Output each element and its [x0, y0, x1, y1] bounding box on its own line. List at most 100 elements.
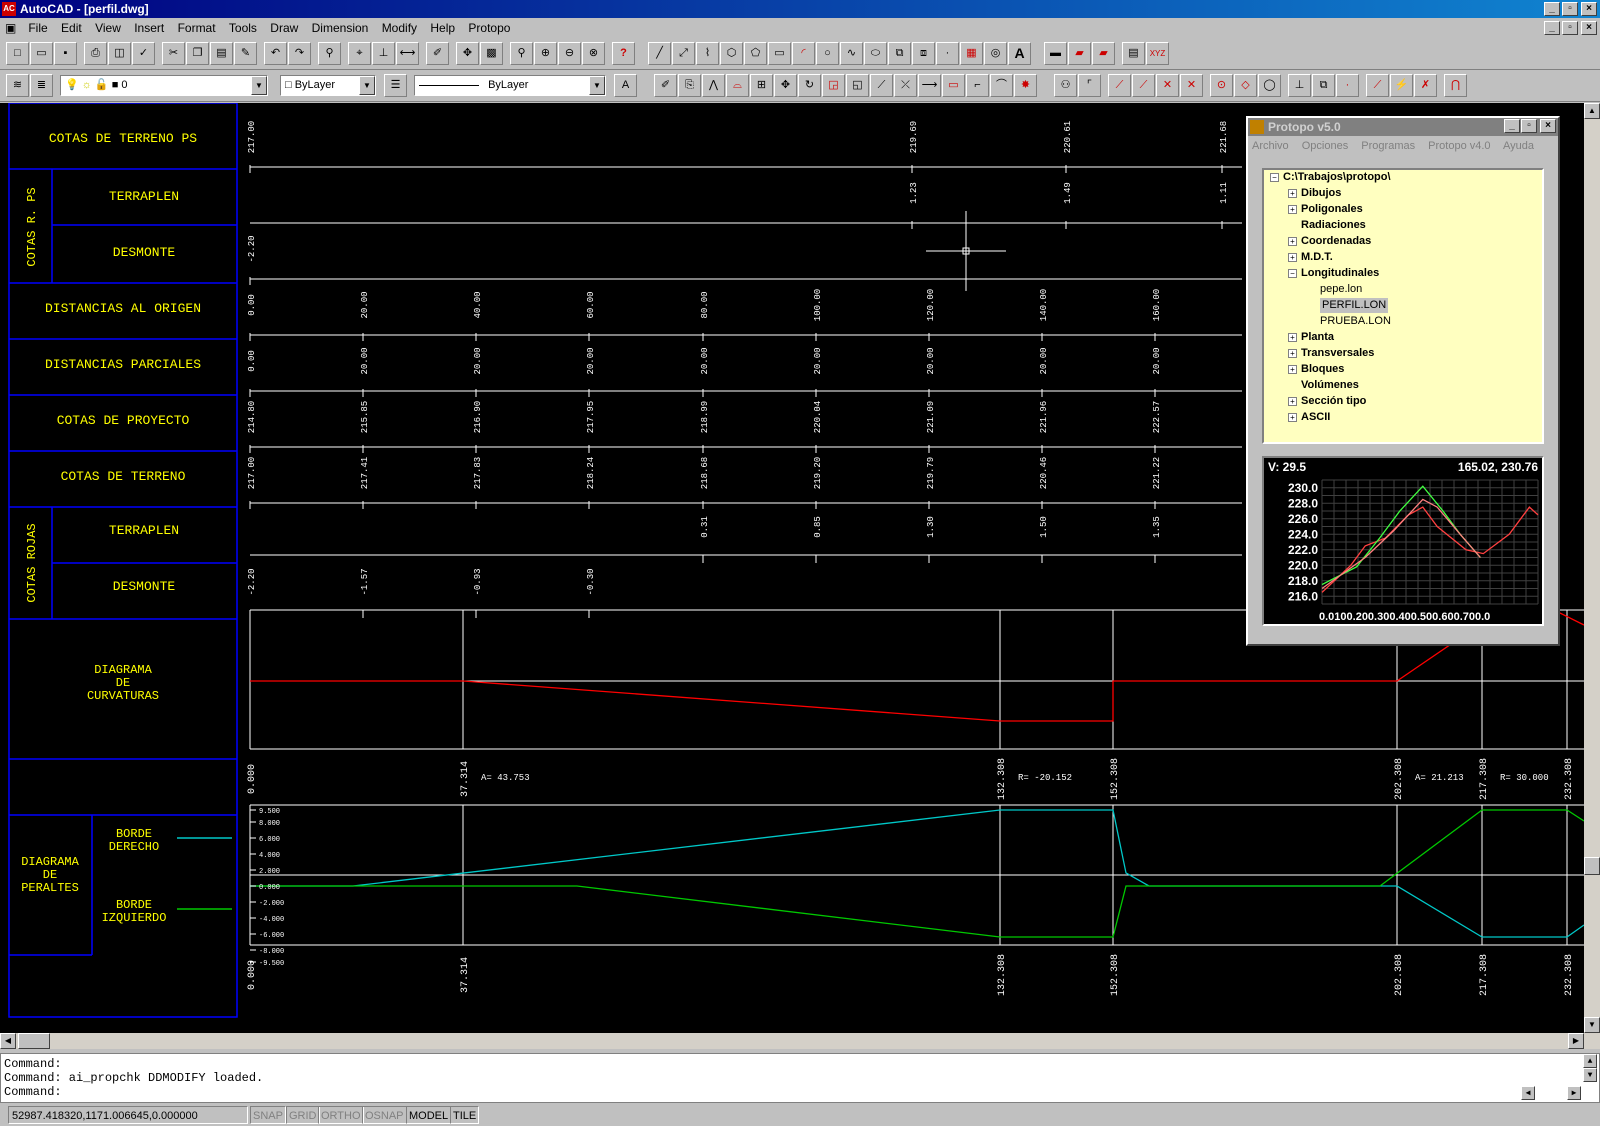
expand-icon[interactable]: + [1288, 364, 1297, 374]
scroll-down-icon[interactable]: ▼ [1584, 1017, 1600, 1033]
rectangle-icon[interactable]: ▭ [768, 42, 791, 65]
osnap-node-icon[interactable]: · [1336, 74, 1359, 97]
linetype-icon[interactable]: ☰ [384, 74, 407, 97]
scale-icon[interactable]: ◲ [822, 74, 845, 97]
cut-icon[interactable]: ✂ [162, 42, 185, 65]
scroll-right-icon[interactable]: ▶ [1568, 1033, 1584, 1049]
status-model[interactable]: MODEL [406, 1106, 452, 1124]
protopo-tool3-icon[interactable]: ▰ [1092, 42, 1115, 65]
move-icon[interactable]: ✥ [774, 74, 797, 97]
vertical-scrollbar[interactable]: ▲ ▼ [1584, 103, 1600, 1033]
trim-icon[interactable]: ⤫ [894, 74, 917, 97]
tree-item-ascii[interactable]: + ASCII [1288, 410, 1330, 425]
region-icon[interactable]: ◎ [984, 42, 1007, 65]
tree-item-dibujos[interactable]: + Dibujos [1288, 186, 1341, 201]
pline-icon[interactable]: ⌇ [696, 42, 719, 65]
copy-object-icon[interactable]: ⎘ [678, 74, 701, 97]
tree-item-coordenadas[interactable]: + Coordenadas [1288, 234, 1371, 249]
expand-icon[interactable]: + [1288, 396, 1297, 406]
osnap-perpendicular-icon[interactable]: ⊥ [1288, 74, 1311, 97]
chamfer-icon[interactable]: ⌐ [966, 74, 989, 97]
zoom-previous-icon[interactable]: ⊖ [558, 42, 581, 65]
expand-icon[interactable]: + [1288, 348, 1297, 358]
text-style-icon[interactable]: A [614, 74, 637, 97]
osnap-center-icon[interactable]: ⊙ [1210, 74, 1233, 97]
menu-modify[interactable]: Modify [377, 18, 422, 38]
protopo-menu-programas[interactable]: Programas [1361, 140, 1415, 152]
color-dropdown[interactable]: □ ByLayer ▼ [280, 75, 376, 96]
fillet-icon[interactable]: ⌒ [990, 74, 1013, 97]
osnap-nearest-icon[interactable]: ⟋ [1366, 74, 1389, 97]
osnap-tracking-icon[interactable]: ⚇ [1054, 74, 1077, 97]
scroll-left-icon[interactable]: ◀ [0, 1033, 16, 1049]
osnap-midpoint-icon[interactable]: ⟋ [1132, 74, 1155, 97]
expand-icon[interactable]: + [1288, 188, 1297, 198]
zoom-extents-icon[interactable]: ⊗ [582, 42, 605, 65]
doc-close-button[interactable]: × [1581, 21, 1597, 35]
mtext-icon[interactable]: A [1008, 42, 1031, 65]
save-icon[interactable]: ▪ [54, 42, 77, 65]
osnap-insert-icon[interactable]: ⧉ [1312, 74, 1335, 97]
offset-icon[interactable]: ⌓ [726, 74, 749, 97]
print-icon[interactable]: ⎙ [84, 42, 107, 65]
linetype-dropdown[interactable]: ByLayer ▼ [414, 75, 606, 96]
tree-item-volumenes[interactable]: Volúmenes [1301, 378, 1359, 393]
scroll-up-icon[interactable]: ▲ [1584, 103, 1600, 119]
doc-restore-button[interactable]: ▫ [1562, 21, 1578, 35]
tree-item-perfil-lon[interactable]: PERFIL.LON [1320, 298, 1389, 313]
cmd-scroll-right-icon[interactable]: ▶ [1567, 1086, 1581, 1100]
scroll-thumb[interactable] [1584, 857, 1600, 875]
zoom-realtime-icon[interactable]: ⚲ [510, 42, 533, 65]
launch-icon[interactable]: ⚲ [318, 42, 341, 65]
menu-view[interactable]: View [90, 18, 126, 38]
cmd-scroll-up-icon[interactable]: ▲ [1583, 1054, 1597, 1068]
osnap-quick-icon[interactable]: ⚡ [1390, 74, 1413, 97]
insert-block-icon[interactable]: ⧉ [888, 42, 911, 65]
mirror-icon[interactable]: ⋀ [702, 74, 725, 97]
doc-minimize-button[interactable]: _ [1544, 21, 1560, 35]
layers-icon[interactable]: ≋ [6, 74, 29, 97]
protopo-close-button[interactable]: × [1540, 119, 1556, 133]
menu-help[interactable]: Help [425, 18, 460, 38]
protopo-menu-opciones[interactable]: Opciones [1302, 140, 1348, 152]
help-icon[interactable]: ? [612, 42, 635, 65]
command-window[interactable]: Command: Command: ai_propchk DDMODIFY lo… [0, 1053, 1600, 1103]
status-grid[interactable]: GRID [286, 1106, 320, 1124]
tree-item-bloques[interactable]: + Bloques [1288, 362, 1344, 377]
expand-icon[interactable]: + [1288, 332, 1297, 342]
protopo-menu-archivo[interactable]: Archivo [1252, 140, 1289, 152]
xline-icon[interactable]: ⤢ [672, 42, 695, 65]
aerial-icon[interactable]: ▩ [480, 42, 503, 65]
protopo-menu-ayuda[interactable]: Ayuda [1503, 140, 1534, 152]
expand-icon[interactable]: + [1288, 252, 1297, 262]
erase-icon[interactable]: ✐ [654, 74, 677, 97]
tree-item-transversales[interactable]: + Transversales [1288, 346, 1374, 361]
protopo-menu-protopo4[interactable]: Protopo v4.0 [1428, 140, 1490, 152]
tree-item-mdt[interactable]: + M.D.T. [1288, 250, 1333, 265]
break-icon[interactable]: ▭ [942, 74, 965, 97]
preview-icon[interactable]: ◫ [108, 42, 131, 65]
stretch-icon[interactable]: ◱ [846, 74, 869, 97]
collapse-icon[interactable]: − [1288, 268, 1297, 278]
menu-format[interactable]: Format [173, 18, 221, 38]
osnap-none-icon[interactable]: ✗ [1414, 74, 1437, 97]
zoom-window-icon[interactable]: ⊕ [534, 42, 557, 65]
command-line-3[interactable]: Command: [4, 1085, 1599, 1099]
menu-protopo[interactable]: Protopo [463, 18, 515, 38]
menu-edit[interactable]: Edit [56, 18, 87, 38]
snap-from-icon[interactable]: ⌖ [348, 42, 371, 65]
chevron-down-icon[interactable]: ▼ [589, 76, 605, 95]
copy-icon[interactable]: ❐ [186, 42, 209, 65]
point-icon[interactable]: · [936, 42, 959, 65]
osnap-settings-icon[interactable]: ⋂ [1444, 74, 1467, 97]
undo-icon[interactable]: ↶ [264, 42, 287, 65]
protopo-tool1-icon[interactable]: ▬ [1044, 42, 1067, 65]
tree-root[interactable]: − C:\Trabajos\protopo\ [1270, 170, 1391, 185]
paste-icon[interactable]: ▤ [210, 42, 233, 65]
hscroll-thumb[interactable] [18, 1033, 50, 1049]
tree-item-poligonales[interactable]: + Poligonales [1288, 202, 1363, 217]
redraw-icon[interactable]: ✐ [426, 42, 449, 65]
expand-icon[interactable]: + [1288, 412, 1297, 422]
protopo-minimize-button[interactable]: _ [1504, 119, 1520, 133]
line-icon[interactable]: ╱ [648, 42, 671, 65]
